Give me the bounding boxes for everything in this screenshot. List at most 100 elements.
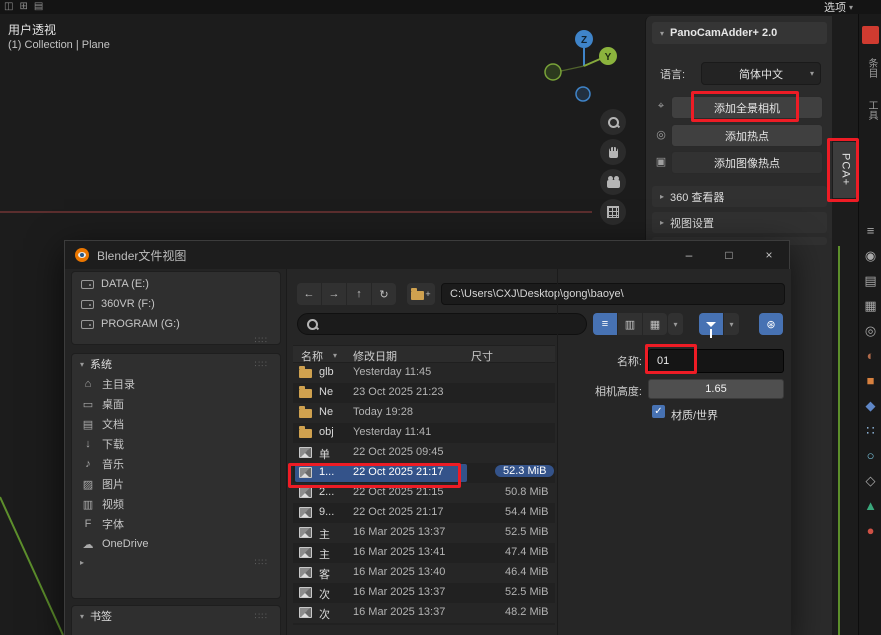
file-row[interactable]: 次16 Mar 2025 13:3748.2 MiB — [293, 603, 555, 623]
file-row[interactable]: 主16 Mar 2025 13:3752.5 MiB — [293, 523, 555, 543]
grid-toggle-button[interactable] — [600, 199, 626, 225]
data-icon[interactable]: ▲ — [864, 499, 877, 513]
options-dropdown[interactable]: 选项 ▾ — [824, 0, 853, 14]
overlay-icon[interactable]: ⊞ — [19, 0, 27, 14]
active-tool-icon[interactable]: ≡ — [867, 224, 875, 238]
system-item[interactable]: ♪音乐 — [72, 454, 280, 474]
volume-item[interactable]: DATA (E:) — [72, 274, 280, 294]
bookmarks-header[interactable]: ▾ 书签 ∷∷ — [72, 606, 280, 626]
resize-handle-icon[interactable]: ∷∷ — [255, 359, 272, 370]
forward-button[interactable]: → — [322, 283, 346, 305]
column-date[interactable]: 修改日期 — [353, 348, 397, 364]
minimize-button[interactable]: – — [669, 241, 709, 269]
file-row[interactable]: 客16 Mar 2025 13:4046.4 MiB — [293, 563, 555, 583]
viewer-360-section[interactable]: ▸ 360 查看器 — [652, 186, 827, 207]
image-icon — [299, 467, 312, 478]
material-icon[interactable]: ● — [867, 524, 875, 538]
new-folder-icon — [411, 291, 424, 300]
drive-icon — [81, 280, 94, 289]
addon-title: PanoCamAdder+ 2.0 — [670, 27, 777, 39]
tab-tool[interactable]: 工具 — [864, 92, 879, 128]
close-button[interactable]: × — [749, 241, 789, 269]
name-input[interactable]: 01 — [648, 349, 784, 373]
file-row[interactable]: 2...22 Oct 2025 21:1550.8 MiB — [293, 483, 555, 503]
system-item[interactable]: ↓下载 — [72, 434, 280, 454]
system-item[interactable]: ☁OneDrive — [72, 534, 280, 554]
particles-icon[interactable]: ∷ — [866, 424, 874, 438]
camera-view-button[interactable] — [600, 169, 626, 195]
add-image-hotspot-button[interactable]: 添加图像热点 — [671, 151, 823, 174]
file-row[interactable]: Ne23 Oct 2025 21:23 — [293, 383, 555, 403]
system-header[interactable]: ▾ 系统 ∷∷ — [72, 354, 280, 374]
resize-handle-icon[interactable]: ∷∷ — [255, 557, 272, 568]
file-row[interactable]: 9...22 Oct 2025 21:1754.4 MiB — [293, 503, 555, 523]
search-input[interactable] — [297, 313, 587, 335]
blender-screenshot: ◫ ⊞ ▤ 选项 ▾ 用户透视 (1) Collection | Plane Z… — [0, 0, 881, 635]
up-button[interactable]: ↑ — [347, 283, 371, 305]
add-hotspot-button[interactable]: 添加热点 — [671, 124, 823, 147]
view-settings-section[interactable]: ▸ 视图设置 — [652, 212, 827, 233]
image-icon — [299, 547, 312, 558]
home-icon: ⌂ — [81, 378, 95, 390]
object-icon[interactable]: ■ — [867, 374, 875, 388]
shading-icon[interactable]: ▤ — [34, 0, 43, 14]
music-icon: ♪ — [81, 458, 95, 470]
language-dropdown[interactable]: 简体中文 ▾ — [701, 62, 821, 85]
image-icon — [299, 507, 312, 518]
zoom-tool-button[interactable] — [600, 109, 626, 135]
tab-pca-plus[interactable]: PCA+ — [833, 142, 858, 198]
addon-panel-header[interactable]: ▾ PanoCamAdder+ 2.0 — [652, 22, 827, 44]
file-row[interactable]: 1...22 Oct 2025 21:1752.3 MiB — [293, 463, 555, 483]
file-row[interactable]: 单22 Oct 2025 09:45 — [293, 443, 555, 463]
physics-icon[interactable]: ○ — [867, 449, 875, 463]
system-item[interactable]: ▨图片 — [72, 474, 280, 494]
world-icon[interactable]: ◐ — [867, 349, 875, 363]
folder-icon — [299, 409, 312, 418]
editor-type-icon[interactable]: ◫ — [4, 0, 13, 14]
system-item[interactable]: ⌂主目录 — [72, 374, 280, 394]
drive-icon — [81, 300, 94, 309]
tab-item[interactable]: 条目 — [864, 50, 879, 86]
volume-item[interactable]: PROGRAM (G:) — [72, 314, 280, 334]
hand-icon — [609, 147, 618, 158]
output-icon[interactable]: ▤ — [864, 274, 876, 288]
material-world-checkbox[interactable]: ✓ — [652, 405, 665, 418]
resize-handle-icon[interactable]: ∷∷ — [255, 335, 272, 346]
file-row[interactable]: glbYesterday 11:45 — [293, 363, 555, 383]
file-row[interactable]: objYesterday 11:41 — [293, 423, 555, 443]
column-size[interactable]: 尺寸 — [471, 348, 493, 364]
modifiers-icon[interactable]: ◆ — [866, 399, 876, 413]
file-row[interactable]: NeToday 19:28 — [293, 403, 555, 423]
refresh-button[interactable]: ↻ — [372, 283, 396, 305]
topbar: ◫ ⊞ ▤ 选项 ▾ — [0, 0, 881, 14]
camera-icon — [607, 180, 620, 188]
new-folder-button[interactable]: + — [407, 283, 435, 305]
system-item[interactable]: ▥视频 — [72, 494, 280, 514]
add-panorama-camera-button[interactable]: 添加全景相机 — [671, 96, 823, 119]
folder-icon — [299, 389, 312, 398]
system-item[interactable]: ▭桌面 — [72, 394, 280, 414]
file-row[interactable]: 次16 Mar 2025 13:3752.5 MiB — [293, 583, 555, 603]
view-layer-icon[interactable]: ▦ — [864, 299, 876, 313]
render-icon[interactable]: ◉ — [865, 249, 876, 263]
refresh-icon: ↻ — [379, 288, 388, 301]
camera-height-field[interactable]: 1.65 — [648, 379, 784, 399]
image-icon — [299, 567, 312, 578]
active-editor-icon[interactable] — [862, 26, 879, 44]
system-item[interactable]: ▤文档 — [72, 414, 280, 434]
window-titlebar[interactable]: Blender文件视图 – □ × — [65, 241, 789, 269]
expand-icon[interactable]: ▸ — [80, 558, 84, 567]
volume-item[interactable]: 360VR (F:) — [72, 294, 280, 314]
file-row[interactable]: 主16 Mar 2025 13:4147.4 MiB — [293, 543, 555, 563]
image-icon — [299, 487, 312, 498]
pan-tool-button[interactable] — [600, 139, 626, 165]
resize-handle-icon[interactable]: ∷∷ — [255, 611, 272, 622]
column-name[interactable]: 名称 — [301, 348, 323, 364]
back-button[interactable]: ← — [297, 283, 321, 305]
system-item[interactable]: F字体 — [72, 514, 280, 534]
maximize-button[interactable]: □ — [709, 241, 749, 269]
file-browser-window: Blender文件视图 – □ × DATA (E:)360VR (F:)PRO… — [64, 240, 790, 635]
navigation-gizmo[interactable]: Z Y — [538, 26, 633, 111]
scene-icon[interactable]: ◎ — [865, 324, 876, 338]
constraints-icon[interactable]: ◇ — [866, 474, 876, 488]
